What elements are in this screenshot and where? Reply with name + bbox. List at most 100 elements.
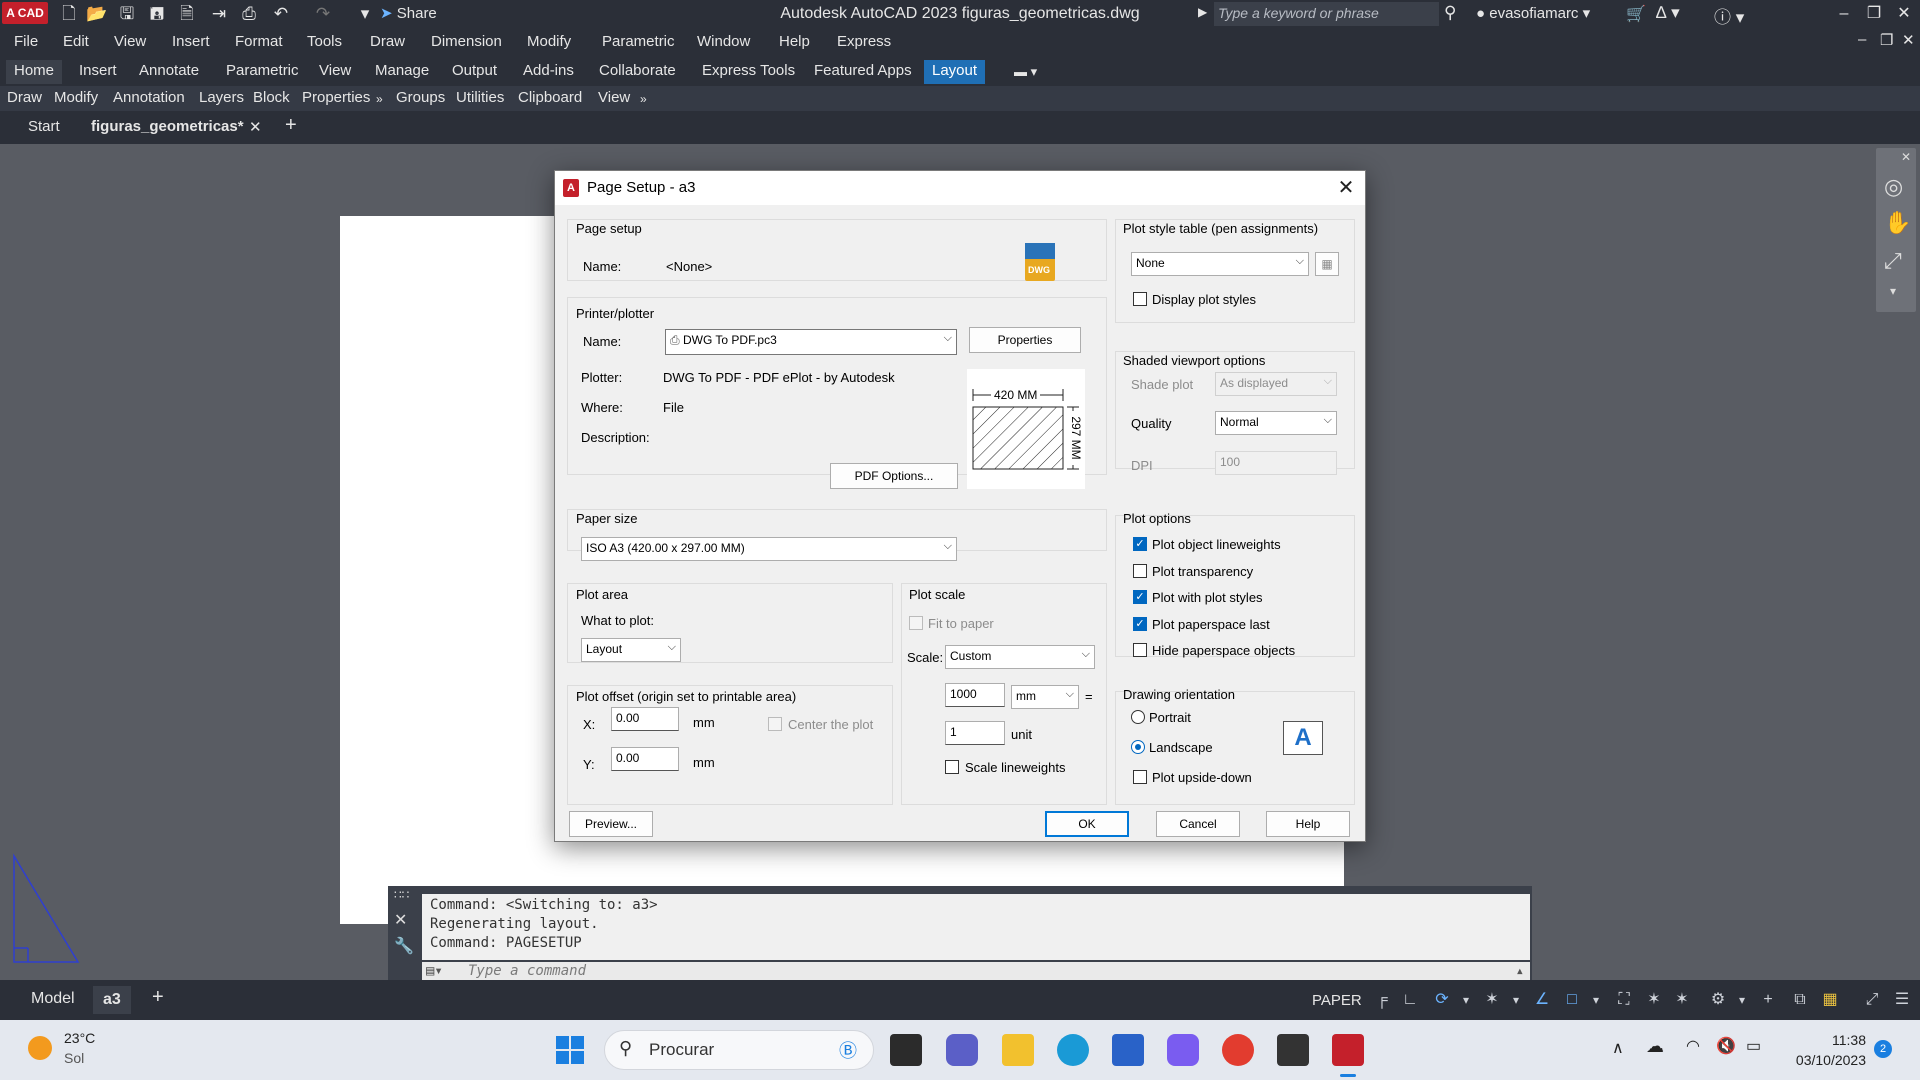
panel-groups[interactable]: Groups	[396, 89, 445, 106]
menu-dimension[interactable]: Dimension	[431, 33, 502, 50]
tab-parametric[interactable]: Parametric	[218, 60, 307, 84]
print-icon[interactable]: ⎙	[238, 3, 260, 25]
clean-screen-icon[interactable]: ⤢	[1860, 989, 1884, 1011]
quality-select[interactable]: Normal ⌵	[1215, 411, 1337, 435]
scale-denominator-input[interactable]: 1	[945, 721, 1005, 745]
close-icon[interactable]: ✕	[1890, 2, 1918, 26]
windows-start-icon[interactable]	[554, 1034, 586, 1066]
annotation-monitor-icon[interactable]: +	[1756, 989, 1780, 1011]
tab-start[interactable]: Start	[28, 118, 60, 135]
panel-draw[interactable]: Draw	[7, 89, 42, 106]
tab-express-tools[interactable]: Express Tools	[694, 60, 803, 84]
share-button[interactable]: ➤ Share	[380, 4, 437, 22]
menu-format[interactable]: Format	[235, 33, 283, 50]
workspace-gear-icon[interactable]: ⚙	[1706, 989, 1730, 1011]
annotation-visibility-icon[interactable]: ✶	[1670, 989, 1694, 1011]
copilot-icon[interactable]	[1167, 1034, 1199, 1066]
plot-style-select[interactable]: None ⌵	[1131, 252, 1309, 276]
shade-plot-select[interactable]: As displayed ⌵	[1215, 372, 1337, 396]
new-tab-icon[interactable]: +	[285, 114, 297, 137]
plot-upside-down-checkbox[interactable]	[1133, 770, 1147, 784]
sun-icon[interactable]	[28, 1036, 52, 1060]
file-explorer-icon[interactable]	[1002, 1034, 1034, 1066]
autocad-taskbar-icon[interactable]	[1332, 1034, 1364, 1066]
new-layout-icon[interactable]: +	[152, 986, 164, 1009]
menu-tools[interactable]: Tools	[307, 33, 342, 50]
user-account[interactable]: ● evasofiamarc ▾	[1476, 4, 1590, 22]
new-file-icon[interactable]: 🗋	[58, 3, 80, 25]
command-close-icon[interactable]: ✕	[394, 910, 407, 930]
dialog-close-icon[interactable]: ✕	[1333, 175, 1359, 201]
tab-collaborate[interactable]: Collaborate	[591, 60, 684, 84]
publish-icon[interactable]: 🗎	[176, 3, 198, 25]
dialog-title-bar[interactable]: A Page Setup - a3 ✕	[555, 171, 1365, 205]
printer-name-select[interactable]: ⎙ DWG To PDF.pc3 ⌵	[665, 329, 957, 355]
doc-minimize-icon[interactable]: ‒	[1858, 31, 1866, 48]
scale-select[interactable]: Custom ⌵	[945, 645, 1095, 669]
cart-icon[interactable]: 🛒	[1626, 4, 1646, 24]
panel-properties[interactable]: Properties	[302, 89, 370, 106]
keyword-search-input[interactable]: Type a keyword or phrase	[1214, 2, 1439, 26]
search-icon[interactable]: ⚲	[1444, 3, 1456, 23]
doc-close-icon[interactable]: ✕	[1902, 31, 1915, 49]
portrait-radio[interactable]	[1131, 710, 1145, 724]
save-icon[interactable]: 🖫	[116, 3, 138, 25]
taskbar-search[interactable]: ⚲ Procurar Ⓑ	[604, 1030, 874, 1070]
doc-restore-icon[interactable]: ❐	[1880, 31, 1893, 49]
panel-view-more-icon[interactable]: »	[640, 92, 647, 106]
tab-figuras-geometricas[interactable]: figuras_geometricas*	[91, 118, 244, 135]
command-input[interactable]: ▤▾ Type a command ▴	[422, 962, 1530, 980]
polar-dropdown-icon[interactable]: ▾	[1454, 989, 1478, 1011]
edit-plot-style-icon[interactable]: ▦	[1315, 252, 1339, 276]
zoom-dropdown-icon[interactable]: ▾	[1890, 284, 1896, 298]
menu-help[interactable]: Help	[779, 33, 810, 50]
store-icon[interactable]	[1112, 1034, 1144, 1066]
scale-numerator-input[interactable]: 1000	[945, 683, 1005, 707]
plot-option-checkbox[interactable]: ✓	[1133, 590, 1147, 604]
customize-dropdown-icon[interactable]: ▾	[354, 3, 376, 25]
task-view-icon[interactable]	[890, 1034, 922, 1066]
chrome-icon[interactable]	[1222, 1034, 1254, 1066]
collaboration-icon[interactable]: ∆ ▾	[1656, 3, 1680, 23]
steering-wheel-icon[interactable]: ◎	[1884, 174, 1903, 200]
workspace-dropdown-icon[interactable]: ▾	[1730, 989, 1754, 1011]
volume-muted-icon[interactable]: 🔇	[1716, 1036, 1736, 1056]
menu-draw[interactable]: Draw	[370, 33, 405, 50]
wifi-icon[interactable]: ◠	[1686, 1036, 1700, 1056]
tab-home[interactable]: Home	[6, 60, 63, 84]
menu-express[interactable]: Express	[837, 33, 891, 50]
weather-condition[interactable]: Sol	[64, 1050, 84, 1066]
panel-block[interactable]: Block	[253, 89, 290, 106]
restore-icon[interactable]: ❐	[1860, 2, 1888, 26]
redo-icon[interactable]: ↷	[312, 3, 334, 25]
tab-annotate[interactable]: Annotate	[131, 60, 207, 84]
cancel-button[interactable]: Cancel	[1156, 811, 1240, 837]
import-icon[interactable]: ⇥	[208, 3, 230, 25]
autocad-acs-icon[interactable]	[1277, 1034, 1309, 1066]
menu-view[interactable]: View	[114, 33, 146, 50]
display-plot-styles-checkbox[interactable]	[1133, 292, 1147, 306]
tab-layout[interactable]: Layout	[924, 60, 986, 84]
help-button[interactable]: Help	[1266, 811, 1350, 837]
landscape-radio[interactable]	[1131, 740, 1145, 754]
plot-option-checkbox[interactable]	[1133, 643, 1147, 657]
clock[interactable]: 11:38 03/10/2023	[1786, 1030, 1866, 1070]
zoom-extents-icon[interactable]: ⤢	[1884, 248, 1902, 274]
panel-view[interactable]: View	[598, 89, 630, 106]
pan-hand-icon[interactable]: ✋	[1884, 210, 1911, 236]
ribbon-options-icon[interactable]: ▬ ▾	[1014, 64, 1037, 80]
tab-featured-apps[interactable]: Featured Apps	[806, 60, 920, 84]
plot-option-checkbox[interactable]	[1133, 563, 1147, 578]
menu-modify[interactable]: Modify	[527, 33, 571, 50]
menu-edit[interactable]: Edit	[63, 33, 89, 50]
undo-icon[interactable]: ↶	[270, 3, 292, 25]
tab-insert[interactable]: Insert	[71, 60, 125, 84]
tab-add-ins[interactable]: Add-ins	[515, 60, 582, 84]
units-icon[interactable]: ⧉	[1788, 989, 1812, 1011]
tab-model[interactable]: Model	[31, 990, 75, 1008]
menu-insert[interactable]: Insert	[172, 33, 210, 50]
customize-wrench-icon[interactable]: 🔧	[394, 936, 414, 956]
snap-icon[interactable]: ∟	[1398, 989, 1422, 1011]
panel-clipboard[interactable]: Clipboard	[518, 89, 582, 106]
tab-output[interactable]: Output	[444, 60, 505, 84]
